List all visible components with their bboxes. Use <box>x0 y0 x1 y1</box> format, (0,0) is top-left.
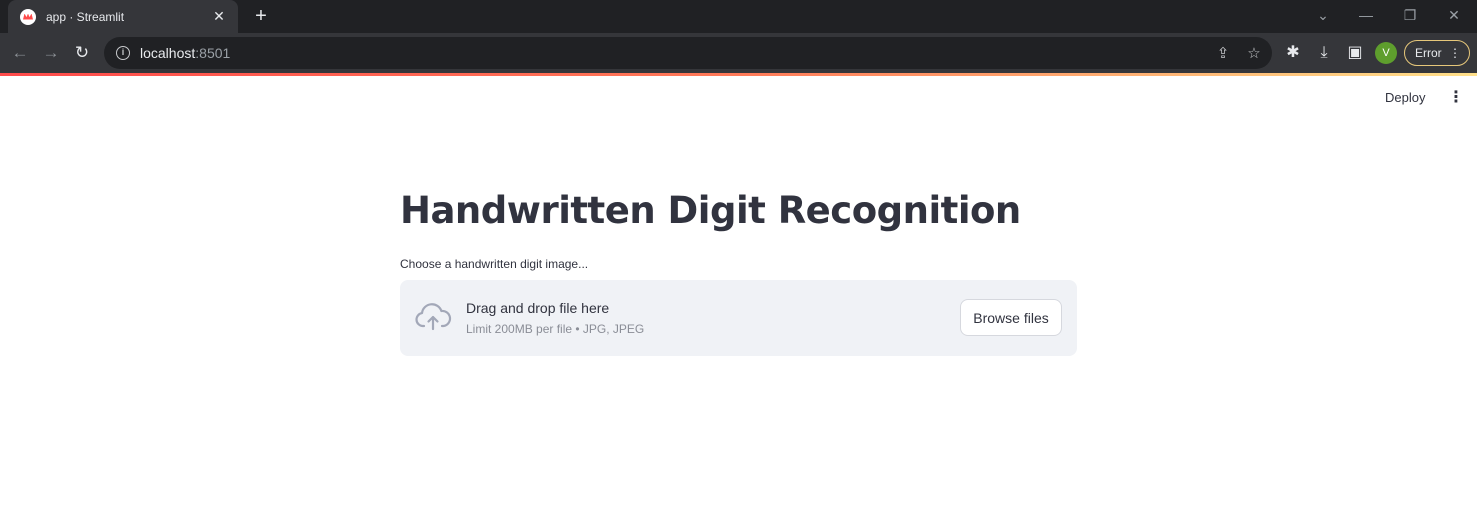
browse-files-button[interactable]: Browse files <box>960 299 1062 336</box>
dropzone-limit: Limit 200MB per file • JPG, JPEG <box>466 322 645 336</box>
back-arrow-icon[interactable]: ← <box>9 42 31 64</box>
download-icon[interactable]: ⤓ <box>1314 43 1334 63</box>
reload-icon[interactable]: ↻ <box>71 42 93 64</box>
dropzone-instructions: Drag and drop file here Limit 200MB per … <box>466 299 644 336</box>
tab-close-icon[interactable]: ✕ <box>210 8 228 25</box>
site-info-icon[interactable]: i <box>116 46 130 60</box>
main-content: Handwritten Digit Recognition Choose a h… <box>400 185 1077 356</box>
extensions-puzzle-icon[interactable]: ✱ <box>1283 43 1303 63</box>
page-title: Handwritten Digit Recognition <box>400 189 1021 232</box>
tab-search-icon[interactable]: ⌄ <box>1310 4 1336 26</box>
cloud-upload-icon <box>415 303 452 331</box>
tab-title: app · Streamlit <box>46 9 125 24</box>
forward-arrow-icon[interactable]: → <box>40 42 62 64</box>
more-vertical-icon: ⋮ <box>1449 46 1461 60</box>
deploy-button[interactable]: Deploy <box>1385 88 1425 108</box>
browser-tab[interactable]: app · Streamlit ✕ <box>8 0 238 33</box>
file-dropzone[interactable]: Drag and drop file here Limit 200MB per … <box>400 280 1077 356</box>
streamlit-favicon-icon <box>20 8 36 25</box>
streamlit-loading-bar <box>0 73 1477 76</box>
profile-avatar[interactable]: V <box>1375 42 1397 64</box>
browser-titlebar: app · Streamlit ✕ + ⌄ — ❐ ✕ <box>0 0 1477 33</box>
address-bar[interactable]: i localhost:8501 ⇪ ☆ <box>104 37 1272 69</box>
dropzone-title: Drag and drop file here <box>466 300 610 316</box>
browser-error-button[interactable]: Error ⋮ <box>1404 40 1470 66</box>
bookmark-star-icon[interactable]: ☆ <box>1245 45 1263 63</box>
error-label: Error <box>1415 46 1442 60</box>
main-menu-icon[interactable]: ⋮ <box>1448 88 1464 108</box>
restore-button[interactable]: ❐ <box>1397 4 1423 26</box>
file-uploader-label: Choose a handwritten digit image... <box>400 257 589 271</box>
share-icon[interactable]: ⇪ <box>1214 45 1232 63</box>
close-window-button[interactable]: ✕ <box>1441 4 1467 26</box>
side-panel-icon[interactable]: ▣ <box>1345 43 1365 63</box>
minimize-button[interactable]: — <box>1353 4 1379 26</box>
new-tab-button[interactable]: + <box>250 6 272 28</box>
address-url[interactable]: localhost:8501 <box>140 45 230 61</box>
